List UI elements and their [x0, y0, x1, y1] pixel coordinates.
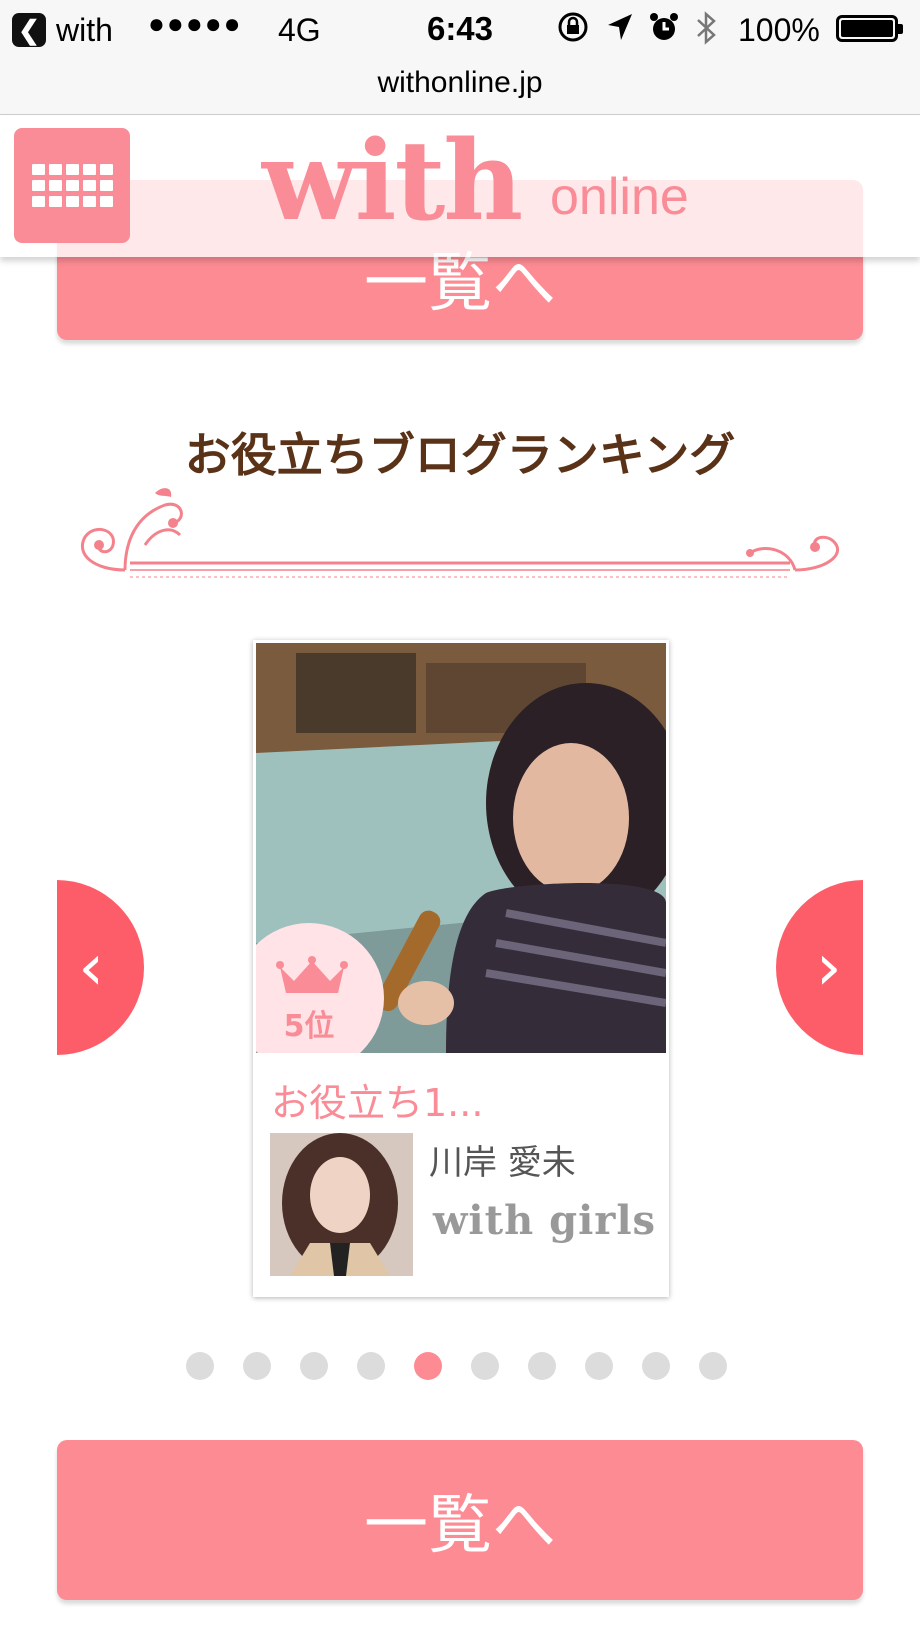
blog-ranking-card[interactable]: 5位 お役立ち1... 川岸 愛未 with girls: [253, 640, 669, 1297]
view-list-label-bottom: 一覧へ: [364, 1489, 556, 1563]
pagination-dot[interactable]: [585, 1352, 613, 1380]
pagination-dot[interactable]: [243, 1352, 271, 1380]
pagination-dot[interactable]: [528, 1352, 556, 1380]
pagination-dot[interactable]: [471, 1352, 499, 1380]
carousel-prev-button[interactable]: ‹: [57, 880, 144, 1055]
logo-with: with: [262, 116, 523, 245]
author-avatar: [270, 1133, 413, 1276]
location-arrow-icon: [608, 14, 632, 40]
pagination-dot[interactable]: [357, 1352, 385, 1380]
pagination-dot[interactable]: [186, 1352, 214, 1380]
view-list-button-bottom[interactable]: 一覧へ: [57, 1440, 863, 1600]
pagination-dot[interactable]: [300, 1352, 328, 1380]
author-name: 川岸 愛未: [429, 1143, 576, 1183]
crown-icon: [276, 956, 348, 993]
chevron-left-icon: ‹: [78, 930, 104, 1005]
address-bar[interactable]: withonline.jp: [0, 60, 920, 115]
url-text: withonline.jp: [377, 66, 543, 99]
site-header: with online: [0, 115, 920, 257]
status-icons: [556, 10, 718, 46]
alarm-icon: [650, 13, 678, 40]
status-bar: ❮ with ●●●●● 4G 6:43 100%: [0, 0, 920, 60]
battery-icon: [836, 15, 903, 42]
pagination-dot[interactable]: [642, 1352, 670, 1380]
chevron-right-icon: ›: [816, 930, 842, 1005]
pagination-dot[interactable]: [699, 1352, 727, 1380]
logo-online: online: [550, 168, 689, 226]
heading-ornament: [81, 488, 839, 578]
author-avatar-illustration: [270, 1133, 413, 1276]
rotation-lock-icon: [558, 12, 588, 42]
carousel-next-button[interactable]: ›: [776, 880, 863, 1055]
author-brand: with girls: [433, 1197, 657, 1244]
bluetooth-icon: [697, 11, 716, 45]
battery-percent: 100%: [738, 12, 820, 48]
menu-button[interactable]: [14, 128, 130, 243]
blog-title[interactable]: お役立ち1...: [271, 1072, 483, 1127]
pagination-dot[interactable]: [414, 1352, 442, 1380]
rank-text: 5位: [283, 1009, 335, 1044]
blog-photo: 5位: [256, 643, 666, 1053]
carousel-pagination: [186, 1352, 727, 1380]
